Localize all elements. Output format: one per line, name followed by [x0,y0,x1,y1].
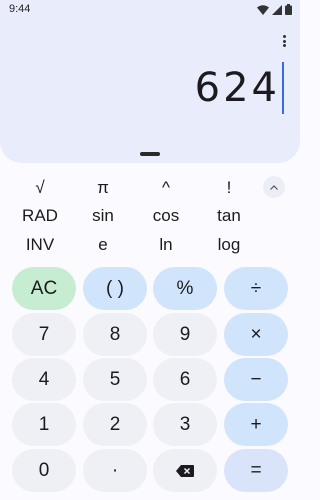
sqrt-button[interactable]: √ [12,176,68,200]
equals-button[interactable]: = [224,449,288,492]
display-panel: 9:44 624 [0,0,300,163]
scientific-row-3: INV e ln log [0,233,300,257]
scientific-row-2: RAD sin cos tan [0,204,300,228]
digit-4-button[interactable]: 4 [12,358,76,401]
all-clear-button[interactable]: AC [12,267,76,310]
digit-1-button[interactable]: 1 [12,403,76,446]
more-options-icon[interactable] [278,33,290,49]
status-time: 9:44 [9,3,31,15]
collapse-button[interactable] [263,176,285,198]
text-cursor [282,62,284,114]
cos-button[interactable]: cos [138,204,194,228]
scientific-row-1: √ π ^ ! [0,176,300,200]
status-bar: 9:44 [0,0,300,20]
parentheses-button[interactable]: ( ) [83,267,147,310]
digit-7-button[interactable]: 7 [12,313,76,356]
digit-6-button[interactable]: 6 [153,358,217,401]
wifi-icon [257,4,269,15]
backspace-icon [176,464,194,477]
pi-button[interactable]: π [75,176,131,200]
digit-8-button[interactable]: 8 [83,313,147,356]
signal-icon [272,4,282,15]
decimal-button[interactable]: · [83,449,147,492]
multiply-button[interactable]: × [224,313,288,356]
plus-button[interactable]: + [224,403,288,446]
minus-button[interactable]: − [224,358,288,401]
tan-button[interactable]: tan [201,204,257,228]
percent-button[interactable]: % [153,267,217,310]
chevron-up-icon [270,184,278,190]
digit-5-button[interactable]: 5 [83,358,147,401]
ln-button[interactable]: ln [138,233,194,257]
rad-button[interactable]: RAD [12,204,68,228]
factorial-button[interactable]: ! [201,176,257,200]
divide-button[interactable]: ÷ [224,267,288,310]
sin-button[interactable]: sin [75,204,131,228]
battery-icon [285,4,292,15]
expression-display[interactable]: 624 [195,64,280,112]
drag-handle[interactable] [140,152,160,156]
power-button[interactable]: ^ [138,176,194,200]
digit-9-button[interactable]: 9 [153,313,217,356]
backspace-button[interactable] [153,449,217,492]
digit-0-button[interactable]: 0 [12,449,76,492]
status-icons [257,4,292,15]
digit-3-button[interactable]: 3 [153,403,217,446]
digit-2-button[interactable]: 2 [83,403,147,446]
log-button[interactable]: log [201,233,257,257]
inv-button[interactable]: INV [12,233,68,257]
e-button[interactable]: e [75,233,131,257]
